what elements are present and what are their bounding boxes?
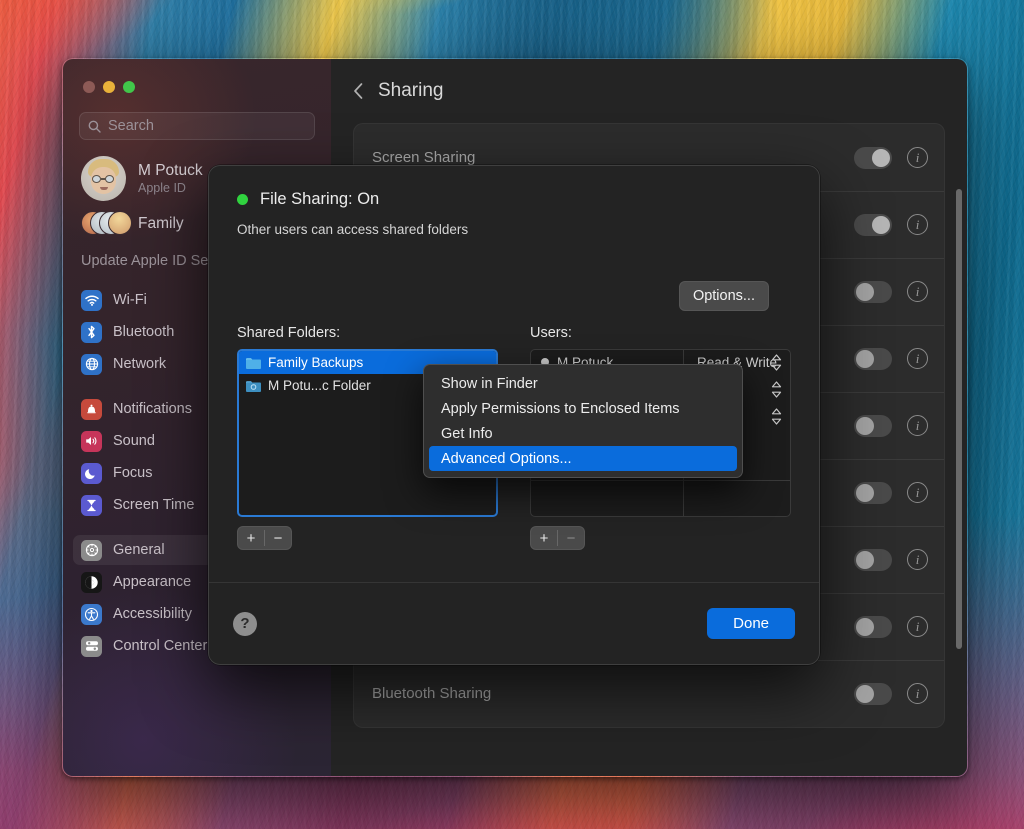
menu-item-apply-permissions[interactable]: Apply Permissions to Enclosed Items: [429, 396, 737, 421]
family-avatars-icon: [81, 211, 132, 237]
page-title: Sharing: [378, 80, 444, 101]
window-traffic-lights: [63, 59, 331, 93]
detail-scrollbar[interactable]: [956, 189, 962, 649]
search-placeholder: Search: [108, 118, 154, 134]
profile-subtitle: Apple ID: [138, 181, 186, 195]
folder-icon: [246, 380, 261, 392]
sidebar-item-label: Sound: [113, 433, 155, 449]
sidebar-item-label: Appearance: [113, 574, 192, 590]
menu-item-get-info[interactable]: Get Info: [429, 421, 737, 446]
list-item-label: M Potu...c Folder: [268, 378, 371, 393]
moon-icon: [81, 462, 102, 484]
sharing-toggle-4[interactable]: [854, 347, 892, 370]
sidebar-item-label: Control Center: [113, 638, 208, 654]
info-icon[interactable]: i: [907, 348, 928, 369]
bluetooth-icon: [81, 321, 102, 343]
search-icon: [88, 120, 101, 133]
sidebar-item-label: Focus: [113, 465, 153, 481]
permission-stepper-3[interactable]: [771, 408, 782, 425]
permission-stepper-2[interactable]: [771, 381, 782, 398]
info-icon[interactable]: i: [907, 482, 928, 503]
detail-header: Sharing: [331, 59, 967, 123]
gear-icon: [81, 539, 102, 561]
info-icon[interactable]: i: [907, 683, 928, 704]
menu-item-show-in-finder[interactable]: Show in Finder: [429, 371, 737, 396]
appearance-icon: [81, 571, 102, 593]
remove-user-button[interactable]: −: [558, 527, 584, 549]
info-icon[interactable]: i: [907, 415, 928, 436]
file-sharing-description: Other users can access shared folders: [237, 222, 469, 237]
sidebar-item-label: Notifications: [113, 401, 192, 417]
info-icon[interactable]: i: [907, 549, 928, 570]
add-user-button[interactable]: +: [531, 527, 557, 549]
sharing-toggle-7[interactable]: [854, 548, 892, 571]
info-icon[interactable]: i: [907, 214, 928, 235]
hourglass-icon: [81, 494, 102, 516]
file-sharing-status: File Sharing: On: [237, 190, 791, 209]
row-title: Bluetooth Sharing: [372, 685, 492, 702]
remove-shared-folder-button[interactable]: −: [265, 527, 291, 549]
info-icon[interactable]: i: [907, 281, 928, 302]
done-button[interactable]: Done: [707, 608, 795, 639]
sidebar-item-label: Network: [113, 356, 167, 372]
list-item-label: Family Backups: [268, 355, 364, 370]
help-button[interactable]: ?: [233, 611, 257, 636]
sidebar-item-label: Screen Time: [113, 497, 195, 513]
status-on-indicator-icon: [237, 194, 248, 205]
sidebar-item-label: Accessibility: [113, 606, 192, 622]
info-icon[interactable]: i: [907, 147, 928, 168]
folder-icon: [246, 357, 261, 369]
add-shared-folder-button[interactable]: +: [238, 527, 264, 549]
sidebar-item-label: General: [113, 542, 165, 558]
sharing-row-bluetooth-sharing[interactable]: Bluetooth Sharing i: [354, 660, 944, 727]
options-row: Options...: [237, 281, 791, 311]
shared-folders-label: Shared Folders:: [237, 325, 341, 341]
menu-item-advanced-options[interactable]: Advanced Options...: [429, 446, 737, 471]
network-icon: [81, 353, 102, 375]
screen-sharing-toggle[interactable]: [854, 146, 892, 169]
close-button[interactable]: [83, 81, 95, 93]
file-sharing-status-label: File Sharing: On: [260, 190, 380, 208]
context-menu: Show in Finder Apply Permissions to Encl…: [423, 364, 743, 478]
sharing-toggle-3[interactable]: [854, 280, 892, 303]
info-icon[interactable]: i: [907, 616, 928, 637]
control-center-icon: [81, 635, 102, 657]
permission-steppers: [771, 354, 782, 425]
avatar: [81, 156, 126, 201]
options-button[interactable]: Options...: [678, 281, 769, 311]
file-sharing-toggle[interactable]: [854, 213, 892, 236]
sharing-toggle-5[interactable]: [854, 414, 892, 437]
zoom-button[interactable]: [123, 81, 135, 93]
sheet-body: File Sharing: On Other users can access …: [209, 166, 819, 550]
search-input[interactable]: Search: [79, 112, 315, 140]
sheet-footer: ? Done: [209, 582, 819, 664]
minimize-button[interactable]: [103, 81, 115, 93]
speaker-icon: [81, 430, 102, 452]
bluetooth-sharing-toggle[interactable]: [854, 682, 892, 705]
profile-name: M Potuck: [138, 162, 203, 179]
accessibility-icon: [81, 603, 102, 625]
shared-folders-add-remove: + −: [237, 526, 292, 550]
search-field-wrapper: Search: [79, 112, 315, 140]
permission-stepper-1[interactable]: [771, 354, 782, 371]
sidebar-item-label: Wi-Fi: [113, 292, 147, 308]
sidebar-item-label: Bluetooth: [113, 324, 175, 340]
media-sharing-toggle[interactable]: [854, 615, 892, 638]
wifi-icon: [81, 289, 102, 311]
sharing-toggle-6[interactable]: [854, 481, 892, 504]
bell-icon: [81, 398, 102, 420]
family-label: Family: [138, 215, 184, 232]
users-label: Users:: [530, 325, 572, 341]
back-chevron-icon[interactable]: [353, 82, 364, 100]
users-add-remove: + −: [530, 526, 585, 550]
